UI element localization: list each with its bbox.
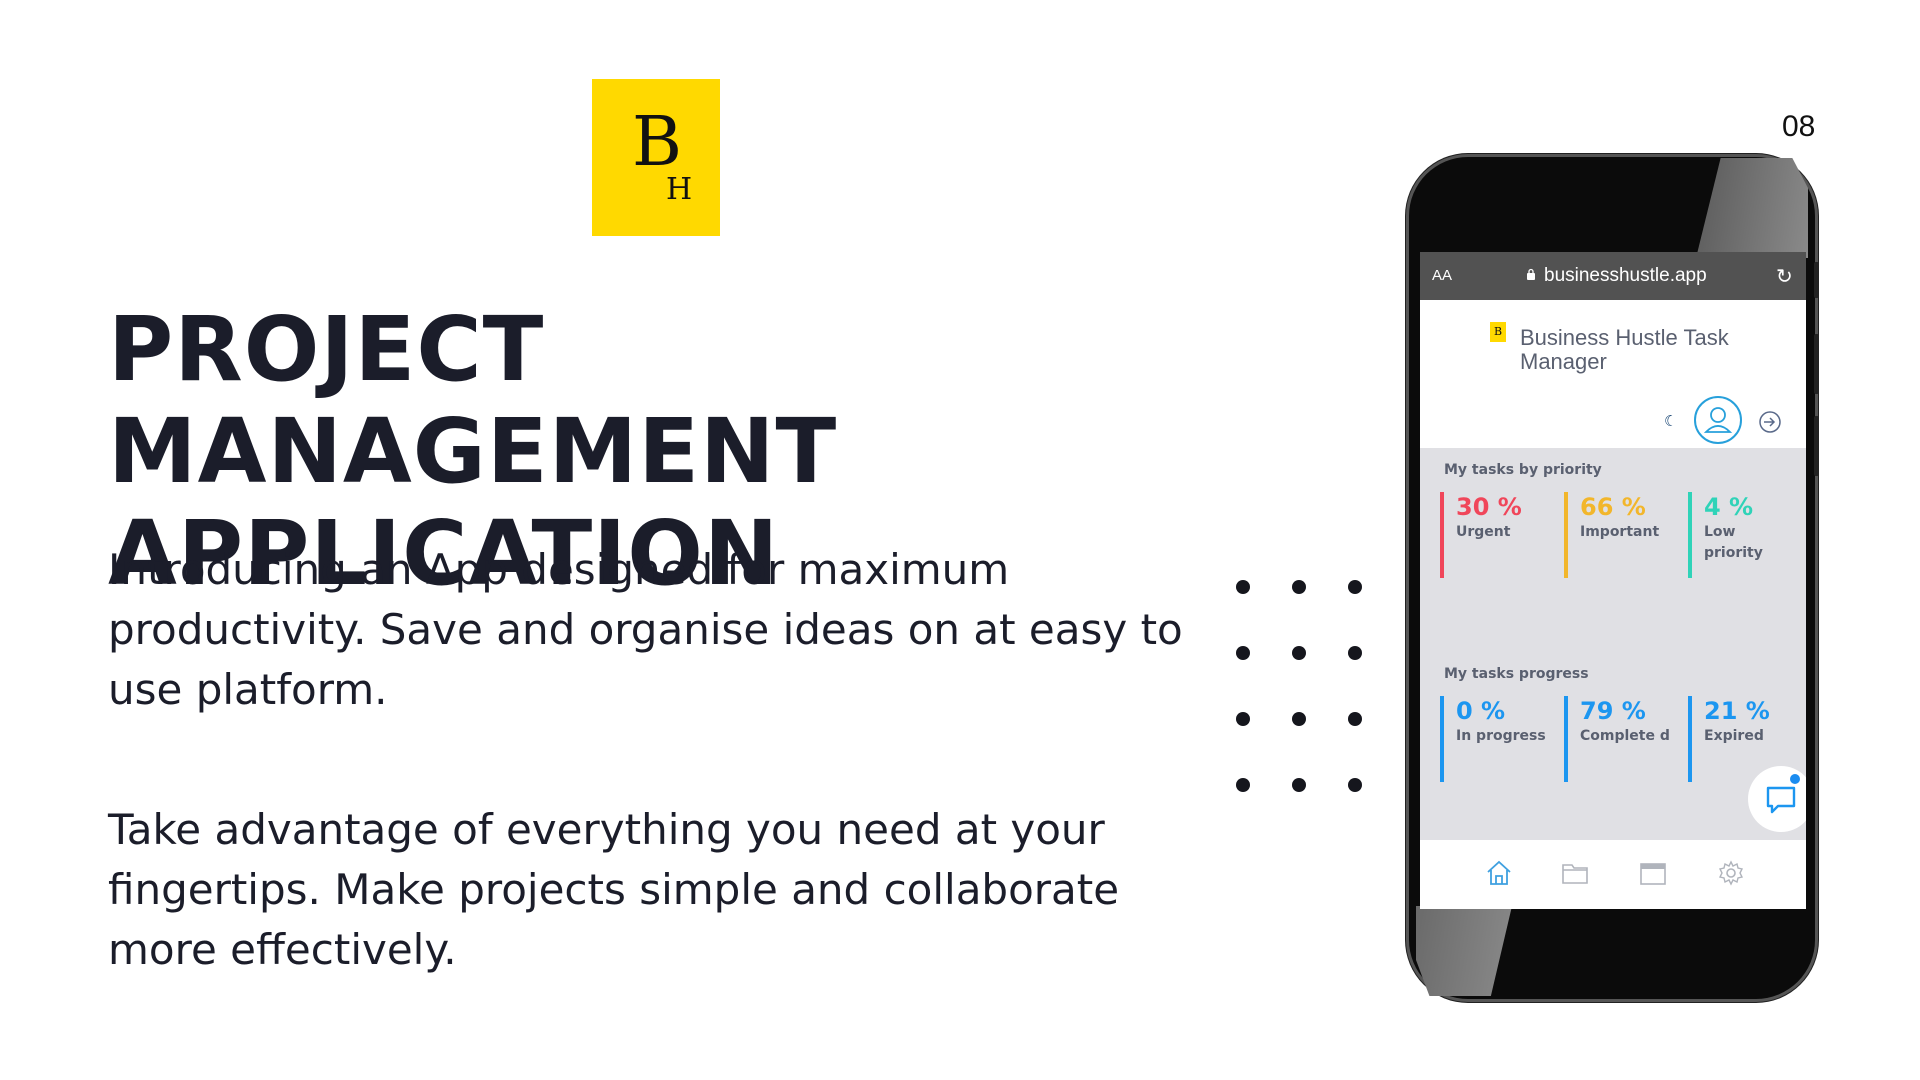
- dot: [1292, 778, 1306, 792]
- dot: [1348, 580, 1362, 594]
- stat-important[interactable]: 66 % Important: [1564, 492, 1674, 578]
- stat-urgent[interactable]: 30 % Urgent: [1440, 492, 1550, 578]
- dot: [1236, 580, 1250, 594]
- stat-label: Complete d: [1580, 728, 1670, 744]
- logout-icon[interactable]: [1758, 410, 1782, 434]
- dot: [1236, 646, 1250, 660]
- progress-heading: My tasks progress: [1444, 666, 1589, 682]
- moon-icon[interactable]: ☾: [1664, 412, 1677, 430]
- lock-icon: [1527, 268, 1535, 280]
- logo-letter-h: H: [666, 172, 693, 207]
- phone-side-button: [1814, 416, 1819, 476]
- dot: [1292, 580, 1306, 594]
- phone-screen: AA businesshustle.app ↻ B Business Hustl…: [1420, 252, 1806, 909]
- chat-notification-dot: [1790, 774, 1800, 784]
- phone-glare: [1416, 906, 1512, 996]
- stat-value: 30 %: [1456, 493, 1522, 521]
- app-header: B Business Hustle Task Manager ☾: [1420, 300, 1806, 444]
- stat-value: 66 %: [1580, 493, 1646, 521]
- dot: [1348, 646, 1362, 660]
- url-text[interactable]: businesshustle.app: [1544, 265, 1707, 287]
- user-icon[interactable]: [1694, 396, 1742, 444]
- dot: [1292, 712, 1306, 726]
- intro-paragraph: Introducing an App designed for maximum …: [108, 545, 1183, 714]
- page-number: 08: [1782, 110, 1816, 143]
- phone-mockup: AA businesshustle.app ↻ B Business Hustl…: [1406, 154, 1819, 1002]
- stat-label: Important: [1580, 524, 1660, 540]
- stat-value: 0 %: [1456, 697, 1506, 725]
- decorative-dot-grid: [1236, 580, 1376, 800]
- stat-value: 21 %: [1704, 697, 1770, 725]
- text-size-button[interactable]: AA: [1432, 267, 1452, 284]
- dot: [1236, 712, 1250, 726]
- stat-low-priority[interactable]: 4 % Low priority: [1688, 492, 1798, 578]
- dot: [1348, 712, 1362, 726]
- title-line-1: PROJECT MANAGEMENT: [108, 297, 838, 503]
- dot: [1348, 778, 1362, 792]
- reload-icon[interactable]: ↻: [1776, 264, 1793, 289]
- settings-icon[interactable]: [1716, 858, 1746, 888]
- stat-completed[interactable]: 79 % Complete d: [1564, 696, 1674, 782]
- home-icon[interactable]: [1484, 858, 1514, 888]
- calendar-icon[interactable]: [1638, 858, 1668, 888]
- stat-label: In progress: [1456, 728, 1546, 744]
- phone-glare: [1696, 158, 1808, 258]
- browser-url-bar[interactable]: AA businesshustle.app ↻: [1420, 252, 1806, 300]
- phone-side-button: [1814, 334, 1819, 394]
- dot: [1236, 778, 1250, 792]
- brand-logo: B H: [592, 79, 720, 236]
- stat-value: 79 %: [1580, 697, 1646, 725]
- folder-icon[interactable]: [1560, 858, 1590, 888]
- phone-side-button: [1814, 262, 1819, 298]
- priority-heading: My tasks by priority: [1444, 462, 1602, 478]
- second-paragraph: Take advantage of everything you need at…: [108, 805, 1120, 974]
- stat-value: 4 %: [1704, 493, 1754, 521]
- stat-label: Expired: [1704, 728, 1764, 744]
- stat-label: Urgent: [1456, 524, 1511, 540]
- app-title: Business Hustle Task Manager: [1520, 325, 1729, 374]
- app-logo: B: [1490, 322, 1506, 342]
- logo-letter-b: B: [632, 103, 682, 182]
- bottom-nav: [1420, 840, 1806, 909]
- dot: [1292, 646, 1306, 660]
- stat-label: Low priority: [1704, 524, 1763, 561]
- stat-in-progress[interactable]: 0 % In progress: [1440, 696, 1550, 782]
